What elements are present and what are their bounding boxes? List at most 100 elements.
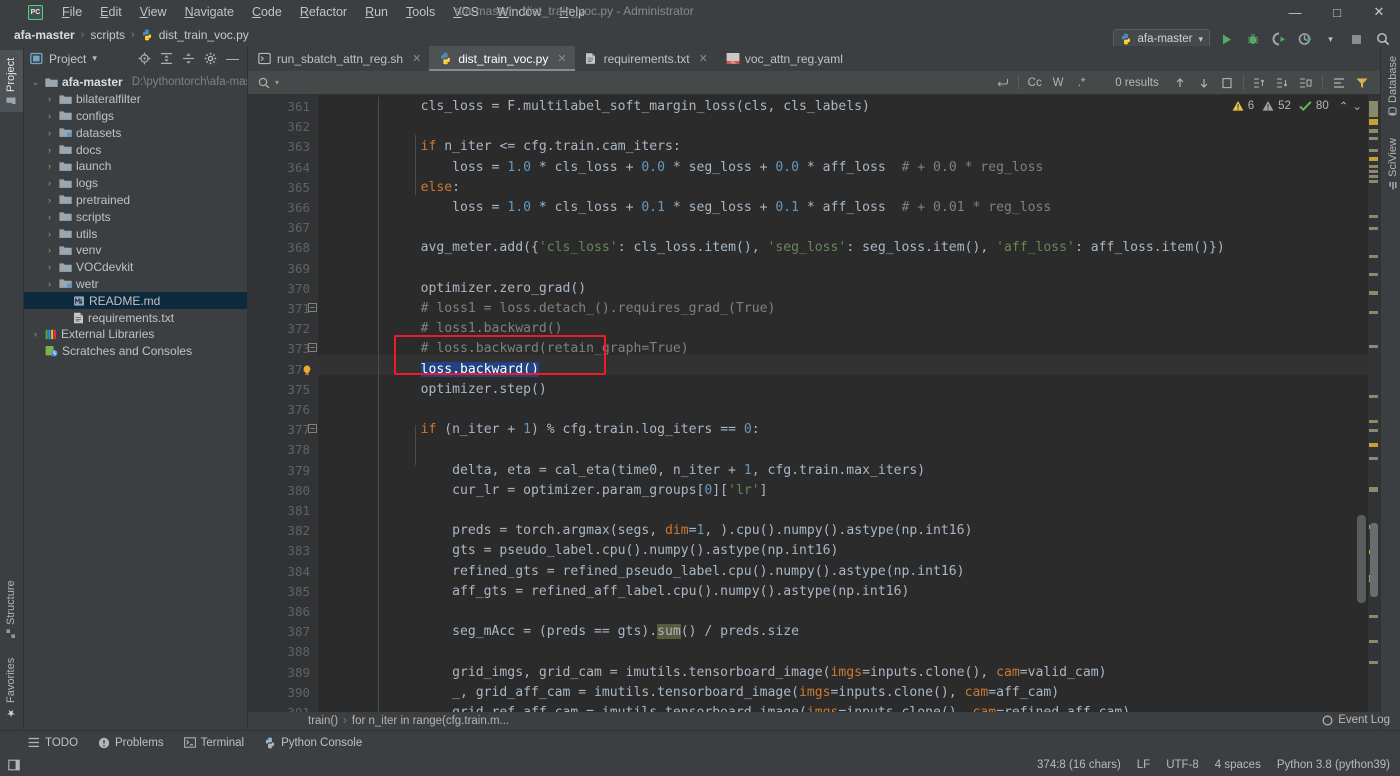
sidebar-item-structure[interactable]: Structure: [0, 578, 23, 644]
code-line-375[interactable]: optimizer.step(): [326, 382, 547, 397]
tree-row-scratches-and-consoles[interactable]: Scratches and Consoles: [24, 343, 247, 360]
inspection-marker[interactable]: [1369, 165, 1378, 168]
chevron-down-icon[interactable]: ⌄: [30, 77, 41, 88]
tree-row-bilateralfilter[interactable]: ›bilateralfilter: [24, 91, 247, 108]
tree-row-venv[interactable]: ›venv: [24, 242, 247, 259]
chevron-right-icon[interactable]: ›: [44, 195, 55, 205]
project-panel-caret-icon[interactable]: ▾: [92, 53, 97, 64]
sidebar-item-favorites[interactable]: ★ Favorites: [0, 654, 23, 724]
tree-row-launch[interactable]: ›launch: [24, 158, 247, 175]
sidebar-item-project[interactable]: Project: [0, 50, 23, 112]
chevron-right-icon[interactable]: ›: [44, 178, 55, 188]
tree-row-root[interactable]: ⌄afa-masterD:\pythontorch\afa-maste: [24, 74, 247, 91]
code-line-384[interactable]: refined_gts = refined_pseudo_label.cpu()…: [326, 564, 965, 579]
sidebar-item-database[interactable]: Database: [1381, 50, 1400, 122]
chevron-right-icon[interactable]: ›: [30, 329, 41, 339]
code-line-361[interactable]: cls_loss = F.multilabel_soft_margin_loss…: [326, 99, 870, 114]
inspection-widget[interactable]: 6 52 80 ⌃ ⌄: [1232, 99, 1362, 113]
inspection-marker[interactable]: [1369, 175, 1378, 178]
caret-position[interactable]: 374:8 (16 chars): [1037, 759, 1121, 771]
file-encoding[interactable]: UTF-8: [1166, 759, 1199, 771]
find-history-caret-icon[interactable]: ▾: [275, 78, 279, 87]
tree-row-datasets[interactable]: ›datasets: [24, 124, 247, 141]
chevron-right-icon[interactable]: ›: [44, 229, 55, 239]
inspection-marker[interactable]: [1369, 395, 1378, 398]
filter-icon[interactable]: [1351, 73, 1374, 92]
words-toggle[interactable]: W: [1046, 73, 1069, 92]
event-log-button[interactable]: Event Log: [1322, 714, 1390, 726]
inspection-marker[interactable]: [1369, 101, 1378, 117]
python-interpreter[interactable]: Python 3.8 (python39): [1277, 759, 1390, 771]
select-all-icon[interactable]: [1295, 73, 1318, 92]
chevron-right-icon[interactable]: ›: [44, 111, 55, 121]
inspection-marker[interactable]: [1369, 255, 1378, 258]
chevron-right-icon[interactable]: ›: [44, 245, 55, 255]
remove-selection-icon[interactable]: [1271, 73, 1294, 92]
code-line-372[interactable]: # loss1.backward(): [326, 321, 563, 336]
open-tool-window-icon[interactable]: [8, 759, 20, 771]
maximize-button[interactable]: □: [1316, 0, 1358, 24]
code-editor[interactable]: 3613623633643653663673683693703713723733…: [248, 95, 1380, 712]
minimize-button[interactable]: —: [1274, 0, 1316, 24]
editor-vertical-scrollbar[interactable]: [1357, 515, 1366, 603]
tree-row-wetr[interactable]: ›wetr: [24, 276, 247, 293]
code-line-380[interactable]: cur_lr = optimizer.param_groups[0]['lr']: [326, 483, 768, 498]
code-line-391[interactable]: grid_ref_aff_cam = imutils.tensorboard_i…: [326, 705, 1130, 712]
collapse-all-icon[interactable]: [182, 52, 195, 65]
project-tree[interactable]: ⌄afa-masterD:\pythontorch\afa-maste›bila…: [24, 71, 247, 730]
inspection-marker[interactable]: [1369, 291, 1378, 295]
code-line-366[interactable]: loss = 1.0 * cls_loss + 0.1 * seg_loss +…: [326, 200, 1051, 215]
tool-window-terminal[interactable]: Terminal: [184, 737, 244, 749]
inspection-marker[interactable]: [1369, 119, 1378, 125]
indent-setting[interactable]: 4 spaces: [1215, 759, 1261, 771]
menu-item-file[interactable]: File: [53, 2, 91, 22]
inspection-marker[interactable]: [1369, 661, 1378, 664]
editor-tab-dist-train-voc-py[interactable]: dist_train_voc.py✕: [429, 46, 574, 71]
scroll-down-icon[interactable]: ⌄: [1352, 99, 1362, 113]
toggle-multiline-icon[interactable]: [1327, 73, 1350, 92]
close-tab-icon[interactable]: ✕: [412, 52, 421, 65]
intention-bulb-icon[interactable]: [302, 365, 312, 377]
tool-window-problems[interactable]: Problems: [98, 737, 164, 749]
close-tab-icon[interactable]: ✕: [699, 52, 708, 65]
code-line-389[interactable]: grid_imgs, grid_cam = imutils.tensorboar…: [326, 665, 1106, 680]
code-line-390[interactable]: _, grid_aff_cam = imutils.tensorboard_im…: [326, 685, 1059, 700]
tree-row-logs[interactable]: ›logs: [24, 175, 247, 192]
tree-row-scripts[interactable]: ›scripts: [24, 208, 247, 225]
inspection-marker[interactable]: [1369, 170, 1378, 173]
code-line-373[interactable]: # loss.backward(retain_graph=True): [326, 341, 689, 356]
next-occurrence-icon[interactable]: [1192, 73, 1215, 92]
code-line-371[interactable]: # loss1 = loss.detach_().requires_grad_(…: [326, 301, 775, 316]
breadcrumb-item-project[interactable]: afa-master: [14, 28, 75, 42]
select-all-occurrences-icon[interactable]: [1216, 73, 1239, 92]
menu-item-navigate[interactable]: Navigate: [176, 2, 243, 22]
code-line-377[interactable]: if (n_iter + 1) % cfg.train.log_iters ==…: [326, 422, 760, 437]
tree-row-configs[interactable]: ›configs: [24, 108, 247, 125]
editor-tab-requirements-txt[interactable]: requirements.txt✕: [575, 46, 716, 71]
code-line-365[interactable]: else:: [326, 180, 460, 195]
tree-row-readme-md[interactable]: README.md: [24, 292, 247, 309]
menu-item-code[interactable]: Code: [243, 2, 291, 22]
editor-breadcrumb-loop[interactable]: for n_iter in range(cfg.train.m...: [352, 715, 509, 727]
inspection-marker[interactable]: [1369, 215, 1378, 218]
code-line-363[interactable]: if n_iter <= cfg.train.cam_iters:: [326, 139, 681, 154]
close-tab-icon[interactable]: ✕: [557, 52, 566, 65]
expand-all-icon[interactable]: [160, 52, 173, 65]
chevron-right-icon[interactable]: ›: [44, 212, 55, 222]
match-case-toggle[interactable]: Cc: [1023, 73, 1046, 92]
inspection-marker[interactable]: [1369, 640, 1378, 643]
menu-item-view[interactable]: View: [131, 2, 176, 22]
inspection-marker[interactable]: [1369, 149, 1378, 152]
menu-item-tools[interactable]: Tools: [397, 2, 444, 22]
regex-toggle[interactable]: .*: [1070, 73, 1093, 92]
line-separator[interactable]: LF: [1137, 759, 1150, 771]
editor-tab-run-sbatch-attn-reg-sh[interactable]: run_sbatch_attn_reg.sh✕: [248, 46, 429, 71]
code-line-387[interactable]: seg_mAcc = (preds == gts).sum() / preds.…: [326, 624, 799, 639]
code-line-382[interactable]: preds = torch.argmax(segs, dim=1, ).cpu(…: [326, 523, 972, 538]
menu-item-edit[interactable]: Edit: [91, 2, 131, 22]
chevron-right-icon[interactable]: ›: [44, 145, 55, 155]
inspection-marker[interactable]: [1369, 487, 1378, 492]
breadcrumb-item-file[interactable]: dist_train_voc.py: [159, 28, 249, 42]
editor-tab-voc-attn-reg-yaml[interactable]: YMLvoc_attn_reg.yaml: [716, 46, 851, 71]
code-line-368[interactable]: avg_meter.add({'cls_loss': cls_loss.item…: [326, 240, 1225, 255]
